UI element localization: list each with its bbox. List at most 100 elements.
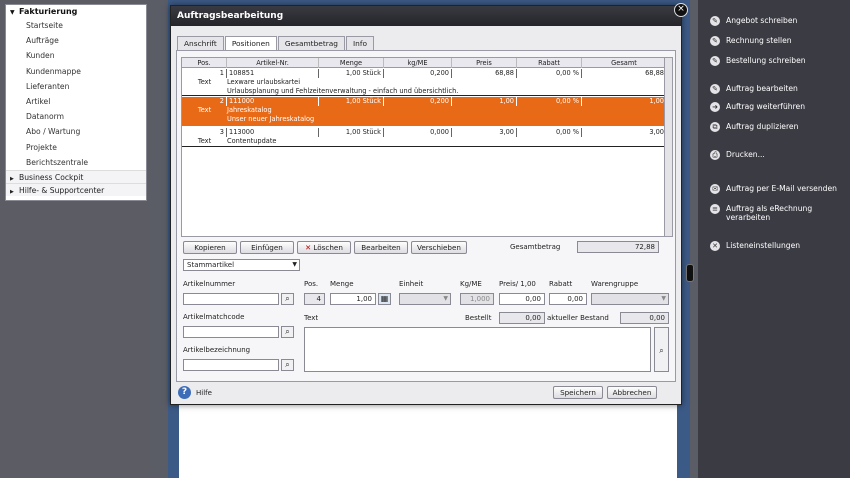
cell-rabatt: 0,00 % <box>517 128 582 137</box>
chevron-down-icon: ▼ <box>443 295 448 302</box>
nav-item-startseite[interactable]: Startseite <box>6 18 146 33</box>
tab-info[interactable]: Info <box>345 36 374 50</box>
column-header-preis[interactable]: Preis <box>452 58 517 68</box>
chevron-down-icon: ▼ <box>292 261 297 268</box>
unit-label: Einheit <box>399 280 424 288</box>
unit-select[interactable]: ▼ <box>399 293 451 305</box>
cell-preis: 3,00 <box>452 128 517 137</box>
action-listeneinstellungen[interactable]: ✕ Listeneinstellungen <box>710 241 800 251</box>
help-label[interactable]: Hilfe <box>196 389 212 397</box>
action-angebot-schreiben[interactable]: ✎ Angebot schreiben <box>710 16 797 26</box>
action-label: Drucken... <box>726 150 765 159</box>
action-label: Bestellung schreiben <box>726 56 806 65</box>
column-header-pos[interactable]: Pos. <box>182 58 227 68</box>
text-area[interactable] <box>304 327 651 372</box>
tab-positionen[interactable]: Positionen <box>224 36 277 50</box>
search-icon[interactable]: ⌕ <box>281 293 294 305</box>
column-header-artikel-nr[interactable]: Artikel-Nr. <box>227 58 319 68</box>
nav-item-auftraege[interactable]: Aufträge <box>6 33 146 48</box>
action-auftrag-duplizieren[interactable]: ⧉ Auftrag duplizieren <box>710 122 798 132</box>
close-icon[interactable]: × <box>674 3 688 17</box>
nav-item-kunden[interactable]: Kunden <box>6 48 146 63</box>
action-drucken[interactable]: ⎙ Drucken... <box>710 150 765 160</box>
column-header-rabatt[interactable]: Rabatt <box>517 58 582 68</box>
search-icon[interactable]: ⌕ <box>281 359 294 371</box>
help-icon[interactable]: ? <box>178 386 191 399</box>
search-icon[interactable]: ⌕ <box>281 326 294 338</box>
nav-item-abo-wartung[interactable]: Abo / Wartung <box>6 124 146 139</box>
action-bestellung-schreiben[interactable]: ✎ Bestellung schreiben <box>710 56 806 66</box>
table-header: Pos. Artikel-Nr. Menge kg/ME Preis Rabat… <box>182 58 664 68</box>
save-button[interactable]: Speichern <box>553 386 603 399</box>
column-header-gesamt[interactable]: Gesamt <box>582 58 664 68</box>
dialog-title-bar[interactable]: Auftragsbearbeitung <box>171 6 681 26</box>
calculator-icon[interactable]: ▦ <box>378 293 391 305</box>
cancel-button[interactable]: Abbrechen <box>607 386 657 399</box>
table-row-text-selected[interactable]: Text Jahreskatalog Unser neuer Jahreskat… <box>182 106 664 126</box>
price-label: Preis/ 1,00 <box>499 280 536 288</box>
nav-item-datanorm[interactable]: Datanorm <box>6 109 146 124</box>
splitter-handle[interactable] <box>686 264 694 282</box>
action-email-versenden[interactable]: ✉ Auftrag per E-Mail versenden <box>710 184 837 194</box>
discount-label: Rabatt <box>549 280 573 288</box>
action-label: Angebot schreiben <box>726 16 798 25</box>
table-row[interactable]: 1 108851 1,00 Stück 0,200 68,88 0,00 % 6… <box>182 69 664 78</box>
action-auftrag-weiterfuehren[interactable]: ➜ Auftrag weiterführen <box>710 102 805 112</box>
weight-input[interactable]: 1,000 <box>460 293 494 305</box>
tab-gesamtbetrag[interactable]: Gesamtbetrag <box>277 36 345 50</box>
action-label: Listeneinstellungen <box>726 241 801 250</box>
dialog-tabs: Anschrift Positionen Gesamtbetrag Info <box>177 36 375 50</box>
nav-item-kundenmappe[interactable]: Kundenmappe <box>6 64 146 79</box>
nav-item-berichtszentrale[interactable]: Berichtszentrale <box>6 155 146 170</box>
move-button[interactable]: Verschieben <box>411 241 467 254</box>
edit-button[interactable]: Bearbeiten <box>354 241 408 254</box>
pos-input[interactable]: 4 <box>304 293 325 305</box>
action-label: Rechnung stellen <box>726 36 792 45</box>
nav-section-fakturierung[interactable]: ▼ Fakturierung <box>6 5 146 18</box>
table-row-selected[interactable]: 2 111000 1,00 Stück 0,200 1,00 0,00 % 1,… <box>182 97 664 106</box>
article-matchcode-input[interactable] <box>183 326 279 338</box>
search-icon[interactable]: ⌕ <box>654 327 669 372</box>
table-row-text[interactable]: Text Lexware urlaubskartei Urlaubsplanun… <box>182 78 664 96</box>
tab-anschrift[interactable]: Anschrift <box>177 36 224 50</box>
cell-text-line: Urlaubsplanung und Fehlzeitenverwaltung … <box>227 87 459 95</box>
cell-menge: 1,00 Stück <box>319 97 384 106</box>
nav-group-hilfe-supportcenter[interactable]: ▶ Hilfe- & Supportcenter <box>6 182 146 196</box>
table-row-text[interactable]: Text Contentupdate <box>182 137 664 147</box>
nav-item-projekte[interactable]: Projekte <box>6 140 146 155</box>
product-group-select[interactable]: ▼ <box>591 293 669 305</box>
article-number-input[interactable] <box>183 293 279 305</box>
action-rechnung-stellen[interactable]: ✎ Rechnung stellen <box>710 36 792 46</box>
action-label: Auftrag bearbeiten <box>726 84 798 93</box>
action-auftrag-bearbeiten[interactable]: ✎ Auftrag bearbeiten <box>710 84 798 94</box>
copy-button[interactable]: Kopieren <box>183 241 237 254</box>
cell-text-line: Unser neuer Jahreskatalog <box>227 115 315 123</box>
cell-artikel: 111000 <box>227 97 319 106</box>
delete-button[interactable]: ✕ Löschen <box>297 241 351 254</box>
price-input[interactable]: 0,00 <box>499 293 545 305</box>
article-number-label: Artikelnummer <box>183 280 236 288</box>
nav-group-business-cockpit[interactable]: ▶ Business Cockpit <box>6 169 146 183</box>
total-value: 72,88 <box>577 241 659 253</box>
cell-menge: 1,00 Stück <box>319 128 384 137</box>
article-type-select[interactable]: Stammartikel ▼ <box>183 259 300 271</box>
ordered-label: Bestellt <box>465 314 492 322</box>
dialog-footer: ? Hilfe Speichern Abbrechen <box>171 382 681 404</box>
nav-item-artikel[interactable]: Artikel <box>6 94 146 109</box>
article-description-input[interactable] <box>183 359 279 371</box>
paste-button[interactable]: Einfügen <box>240 241 294 254</box>
table-row[interactable]: 3 113000 1,00 Stück 0,000 3,00 0,00 % 3,… <box>182 128 664 137</box>
cell-text-label: Text <box>197 137 212 145</box>
action-erechnung[interactable]: ≡ Auftrag als eRechnung verarbeiten <box>710 204 822 222</box>
column-header-kgme[interactable]: kg/ME <box>384 58 452 68</box>
cell-menge: 1,00 Stück <box>319 69 384 78</box>
copy-icon: ⧉ <box>710 122 720 132</box>
nav-item-lieferanten[interactable]: Lieferanten <box>6 79 146 94</box>
table-scrollbar[interactable] <box>665 57 673 237</box>
discount-input[interactable]: 0,00 <box>549 293 587 305</box>
stock-value: 0,00 <box>620 312 669 324</box>
column-header-menge[interactable]: Menge <box>319 58 384 68</box>
quantity-input[interactable]: 1,00 <box>330 293 376 305</box>
settings-icon: ✕ <box>710 241 720 251</box>
stock-label: aktueller Bestand <box>547 314 609 322</box>
